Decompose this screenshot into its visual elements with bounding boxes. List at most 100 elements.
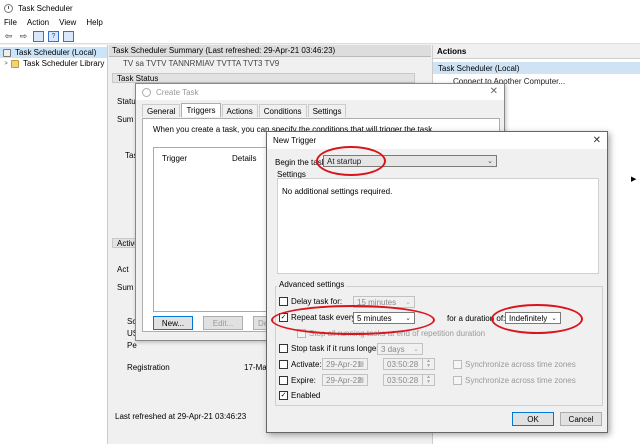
settings-box: No additional settings required. [277,178,599,274]
create-task-titlebar: Create Task [136,84,504,100]
calendar-icon[interactable]: ▦ [357,376,364,384]
repeat-task-dropdown[interactable]: 5 minutes ⌄ [353,312,415,324]
column-details[interactable]: Details [232,154,256,163]
activate-date-value: 29-Apr-21 [326,359,362,369]
begin-task-dropdown[interactable]: At startup ⌄ [323,155,497,167]
cancel-button[interactable]: Cancel [560,412,602,426]
enabled-checkbox[interactable]: ✓ [279,391,288,400]
delay-task-value: 15 minutes [357,297,397,307]
tree-item-label: Task Scheduler Library [23,59,105,68]
expire-sync-checkbox[interactable] [453,376,462,385]
begin-task-value: At startup [327,156,362,166]
clock-icon [142,87,151,97]
activate-sync-checkbox[interactable] [453,360,462,369]
delay-task-label: Delay task for: [291,297,343,306]
stop-longer-checkbox[interactable] [279,344,288,353]
clock-icon [3,48,11,57]
settings-text: No additional settings required. [282,187,393,196]
new-trigger-dialog: New Trigger ✕ Begin the task: At startup… [266,131,608,433]
expire-label: Expire: [291,376,316,385]
duration-value: Indefinitely [509,313,548,323]
chevron-down-icon: ⌄ [413,346,419,353]
registration-label: Registration [127,363,170,372]
checkmark-icon: ✓ [280,314,287,321]
tab-settings[interactable]: Settings [307,104,347,117]
create-task-tabs: General Triggers Actions Conditions Sett… [142,103,347,117]
overview-text: TV sa TVTV TANNRMIAV TVTTA TVT3 TV9 [123,59,280,68]
help-icon[interactable]: ? [48,30,59,42]
status-fragment: Statu [117,97,136,106]
task-status-header[interactable]: Task Status [112,73,415,83]
submenu-arrow-icon[interactable]: ▶ [631,175,636,183]
active-fragment: Act [117,265,129,274]
tab-conditions[interactable]: Conditions [258,104,307,117]
expand-arrow-icon[interactable]: > [2,61,10,67]
stop-all-tasks-checkbox[interactable] [297,329,306,338]
tab-general[interactable]: General [142,104,181,117]
tree-item-label: Task Scheduler (Local) [15,48,97,57]
chevron-down-icon: ⌄ [405,315,411,322]
expire-time-spinner-icon[interactable]: ▲ ▼ [423,374,435,386]
stop-longer-value: 3 days [381,344,405,354]
tree-item-task-scheduler-library[interactable]: > Task Scheduler Library [0,58,107,69]
begin-task-label: Begin the task: [275,158,328,167]
close-icon[interactable]: ✕ [490,86,498,97]
duration-label: for a duration of: [447,314,506,323]
expire-checkbox[interactable] [279,376,288,385]
column-trigger[interactable]: Trigger [162,154,187,163]
task-scheduler-icon [4,3,13,13]
duration-dropdown[interactable]: Indefinitely ⌄ [505,312,561,324]
repeat-task-checkbox[interactable]: ✓ [279,313,288,322]
new-trigger-button[interactable]: New... [153,316,193,330]
activate-checkbox[interactable] [279,360,288,369]
expire-time-field[interactable]: 03:50:28 [383,374,423,386]
activate-time-field[interactable]: 03:50:28 [383,358,423,370]
delay-task-dropdown[interactable]: 15 minutes ⌄ [353,296,415,308]
activate-label: Activate: [291,360,322,369]
enabled-label: Enabled [291,391,321,400]
tab-actions[interactable]: Actions [221,104,258,117]
menu-bar: File Action View Help [0,16,640,29]
folder-icon [11,59,19,68]
chevron-down-icon: ⌄ [487,158,493,165]
tab-triggers[interactable]: Triggers [181,103,221,117]
console-tree-icon[interactable] [33,30,44,42]
toolbar: ⇦ ⇨ ? [0,29,640,44]
window-titlebar: Task Scheduler [0,0,640,16]
menu-help[interactable]: Help [86,18,102,27]
checkmark-icon: ✓ [280,392,287,399]
actions-section-task-scheduler-local[interactable]: Task Scheduler (Local) [433,62,640,74]
menu-view[interactable]: View [59,18,76,27]
expire-time-value: 03:50:28 [387,375,419,385]
back-arrow-icon[interactable]: ⇦ [3,31,14,42]
activate-date-field[interactable]: 29-Apr-21 ▦ [322,358,368,370]
navigation-tree: Task Scheduler (Local) > Task Scheduler … [0,45,108,444]
actions-header: Actions [433,45,640,59]
advanced-settings-label: Advanced settings [277,280,347,289]
new-trigger-titlebar: New Trigger [267,132,607,149]
summary-fragment: Sum [117,115,134,124]
tree-item-task-scheduler-local[interactable]: Task Scheduler (Local) [0,47,107,58]
ok-button[interactable]: OK [512,412,554,426]
stop-longer-dropdown[interactable]: 3 days ⌄ [377,343,423,355]
edit-trigger-button[interactable]: Edit... [203,316,243,330]
close-icon[interactable]: ✕ [593,135,601,146]
expire-date-value: 29-Apr-22 [326,375,362,385]
properties-icon[interactable] [63,30,74,42]
expire-date-field[interactable]: 29-Apr-22 ▦ [322,374,368,386]
window-title: Task Scheduler [18,3,73,13]
delay-task-checkbox[interactable] [279,297,288,306]
new-trigger-title: New Trigger [273,136,317,145]
summary-fragment-2: Sum [117,283,134,292]
chevron-down-icon: ⌄ [405,299,411,306]
tasks-row-pe: Pe [127,341,137,350]
calendar-icon[interactable]: ▦ [357,360,364,368]
stop-all-tasks-label: Stop all running tasks at end of repetit… [309,329,486,338]
repeat-task-label: Repeat task every: [291,313,358,322]
activate-time-value: 03:50:28 [387,359,419,369]
activate-time-spinner-icon[interactable]: ▲ ▼ [423,358,435,370]
repeat-task-value: 5 minutes [357,313,392,323]
menu-file[interactable]: File [4,18,17,27]
menu-action[interactable]: Action [27,18,49,27]
forward-arrow-icon[interactable]: ⇨ [18,31,29,42]
